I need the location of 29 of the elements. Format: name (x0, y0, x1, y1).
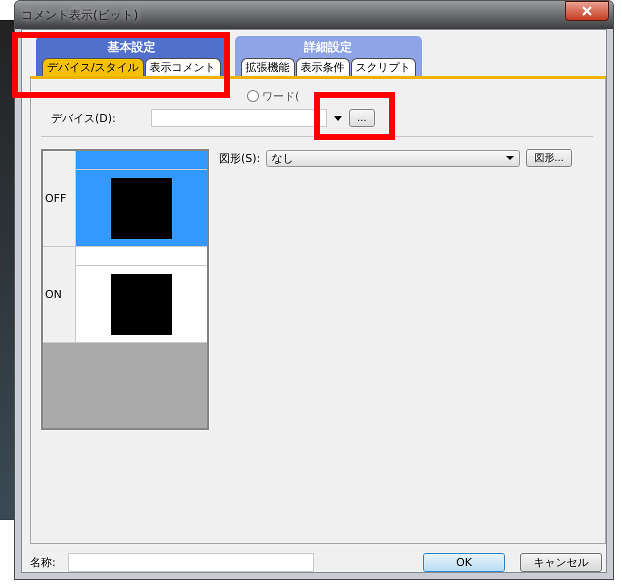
tab-group-label: 基本設定 (107, 39, 156, 56)
dropdown-caret-icon (505, 155, 516, 161)
tab[interactable]: 表示コメント (144, 58, 221, 76)
tab-group[interactable]: 詳細設定 拡張機能 表示条件 スクリプト (234, 36, 422, 76)
tab[interactable]: デバイス/スタイル (42, 58, 144, 76)
name-field[interactable] (68, 552, 314, 572)
dropdown-caret-icon[interactable] (333, 114, 343, 122)
shape-preview (111, 274, 172, 334)
tab[interactable]: スクリプト (350, 58, 416, 76)
state-label: ON (43, 247, 76, 342)
device-field[interactable] (151, 109, 327, 127)
close-button[interactable] (565, 1, 609, 21)
shape-preview (111, 178, 172, 238)
tab[interactable]: 拡張機能 (240, 58, 295, 76)
tab-group-label: 詳細設定 (304, 39, 352, 56)
tab-group[interactable]: 基本設定 デバイス/スタイル 表示コメント (36, 36, 227, 76)
field-label: 図形(S): (219, 150, 260, 166)
state-label: OFF (43, 151, 76, 246)
field-label: 名称: (30, 554, 56, 570)
radio-option[interactable]: ワード( (247, 88, 300, 104)
shape-dropdown[interactable]: なし (266, 150, 520, 166)
dialog-button[interactable]: OK (423, 552, 505, 572)
browse-button[interactable]: ... (349, 109, 375, 127)
tab[interactable]: 表示条件 (296, 58, 350, 76)
dialog-button[interactable]: キャンセル (520, 552, 602, 572)
field-label: デバイス(D): (50, 110, 117, 126)
window-title: コメント表示(ビット) (21, 6, 138, 24)
close-icon (581, 6, 593, 16)
shape-button[interactable]: 図形... (526, 149, 572, 167)
